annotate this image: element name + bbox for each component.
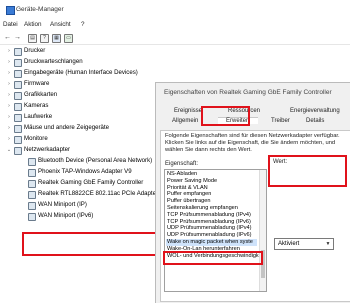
device-category-icon [14, 125, 22, 133]
title-bar: Geräte-Manager [0, 0, 350, 20]
device-tree: › Drucker › Druckwarteschlangen › Eingabegerä… [0, 46, 160, 300]
tree-item-label: Firmware [24, 80, 50, 87]
device-category-icon [14, 70, 22, 78]
properties-dialog: Eigenschaften von Realtek Gaming GbE Fam… [155, 82, 350, 303]
property-list-item[interactable]: Wake on magic packet when syste [166, 239, 257, 246]
highlight-network-adapters [22, 232, 159, 256]
tree-item-label: Bluetooth Device (Personal Area Network) [38, 157, 153, 164]
tree-item-label: Realtek RTL8822CE 802.11ac PCIe Adapter [38, 190, 159, 197]
property-list-item[interactable]: NS-Abladen [167, 171, 197, 178]
chevron-right-icon[interactable]: › [6, 68, 12, 78]
help-icon[interactable]: ? [40, 34, 49, 43]
tab-allgemein[interactable]: Allgemein [172, 118, 198, 124]
device-category-icon [14, 147, 22, 155]
property-list-item[interactable]: Puffer empfangen [167, 191, 211, 198]
device-manager-icon [6, 6, 15, 15]
device-category-icon [14, 48, 22, 56]
value-select-text: Aktiviert [278, 241, 300, 247]
property-list-item[interactable]: UDP Prüfsummenabladung (IPv6) [167, 232, 251, 239]
property-list-item[interactable]: TCP Prüfsummenabladung (IPv6) [167, 219, 251, 226]
tree-item-label: Kameras [24, 102, 49, 109]
tree-item-label: Netzwerkadapter [24, 146, 71, 153]
device-category-icon [14, 81, 22, 89]
property-listbox[interactable]: WOL- und Verbindungsgeschwindigkeit Wake-… [164, 169, 267, 292]
property-list-item[interactable]: UDP Prüfsummenabladung (IPv4) [167, 225, 251, 232]
dialog-title: Eigenschaften von Realtek Gaming GbE Fam… [164, 89, 332, 96]
tab-details[interactable]: Details [306, 118, 324, 124]
menu-help[interactable]: ? [81, 21, 85, 28]
tree-item-label: Realtek Gaming GbE Family Controller [38, 179, 144, 186]
tab-description: Folgende Eigenschaften sind für diesen N… [165, 133, 340, 153]
window-title: Geräte-Manager [16, 6, 64, 13]
device-category-icon [28, 191, 36, 199]
display-icon[interactable]: ▭ [64, 34, 73, 43]
tree-item-label: Monitore [24, 135, 48, 142]
chevron-right-icon[interactable]: › [6, 123, 12, 133]
device-category-icon [28, 158, 36, 166]
tree-item-label: Laufwerke [24, 113, 53, 120]
value-select[interactable]: Aktiviert ▼ [274, 238, 334, 250]
tab-ereignisse[interactable]: Ereignisse [174, 108, 202, 114]
device-category-icon [28, 180, 36, 188]
tree-item-label: Druckwarteschlangen [24, 58, 83, 65]
chevron-right-icon[interactable]: › [6, 57, 12, 67]
tab-treiber[interactable]: Treiber [271, 118, 290, 124]
forward-arrow-icon[interactable]: → [14, 34, 21, 41]
device-category-icon [14, 136, 22, 144]
chevron-right-icon[interactable]: › [6, 46, 12, 56]
device-category-icon [28, 169, 36, 177]
chevron-right-icon[interactable]: › [6, 112, 12, 122]
scan-hardware-icon[interactable]: ▦ [52, 34, 61, 43]
tree-item-label: Phoenix TAP-Windows Adapter V9 [38, 168, 132, 175]
device-category-icon [14, 114, 22, 122]
toolbar: ← → ▤ ? ▦ ▭ [0, 33, 350, 45]
property-list-item[interactable]: Priorität & VLAN [167, 185, 208, 192]
tree-item-label: Mäuse und andere Zeigegeräte [24, 124, 110, 131]
highlight-wake-on-magic-packet [163, 251, 263, 265]
menu-datei[interactable]: Datei [3, 21, 18, 28]
device-category-icon [14, 92, 22, 100]
highlight-value-field [268, 155, 347, 187]
tree-item-label: Grafikkarten [24, 91, 58, 98]
chevron-right-icon[interactable]: › [6, 134, 12, 144]
device-category-icon [14, 59, 22, 67]
tree-item-label: Drucker [24, 47, 46, 54]
property-label: Eigenschaft: [165, 161, 199, 167]
menu-ansicht[interactable]: Ansicht [50, 21, 71, 28]
device-category-icon [28, 213, 36, 221]
property-list-item[interactable]: TCP Prüfsummenabladung (IPv4) [167, 212, 251, 219]
property-list-item[interactable]: Puffer übertragen [167, 198, 210, 205]
property-list-item[interactable]: Power Saving Mode [167, 178, 217, 185]
menu-bar: Datei Aktion Ansicht ? [0, 21, 350, 31]
property-list-scrollbar[interactable] [259, 170, 266, 291]
back-arrow-icon[interactable]: ← [4, 34, 11, 41]
properties-icon[interactable]: ▤ [28, 34, 37, 43]
tree-item-label: Eingabegeräte (Human Interface Devices) [24, 69, 138, 76]
device-category-icon [28, 202, 36, 210]
tree-item-label: WAN Miniport (IPv6) [38, 212, 94, 219]
tab-energieverwaltung[interactable]: Energieverwaltung [290, 108, 340, 114]
menu-aktion[interactable]: Aktion [24, 21, 42, 28]
highlight-erweitert-tab [201, 106, 250, 126]
chevron-right-icon[interactable]: › [6, 90, 12, 100]
chevron-right-icon[interactable]: › [6, 101, 12, 111]
property-list-item[interactable]: Seitenskalierung empfangen [167, 205, 238, 212]
chevron-down-icon[interactable]: ⌄ [6, 145, 12, 155]
device-category-icon [14, 103, 22, 111]
chevron-right-icon[interactable]: › [6, 79, 12, 89]
chevron-down-icon[interactable]: ▼ [324, 240, 332, 248]
tree-item-label: WAN Miniport (IP) [38, 201, 87, 208]
